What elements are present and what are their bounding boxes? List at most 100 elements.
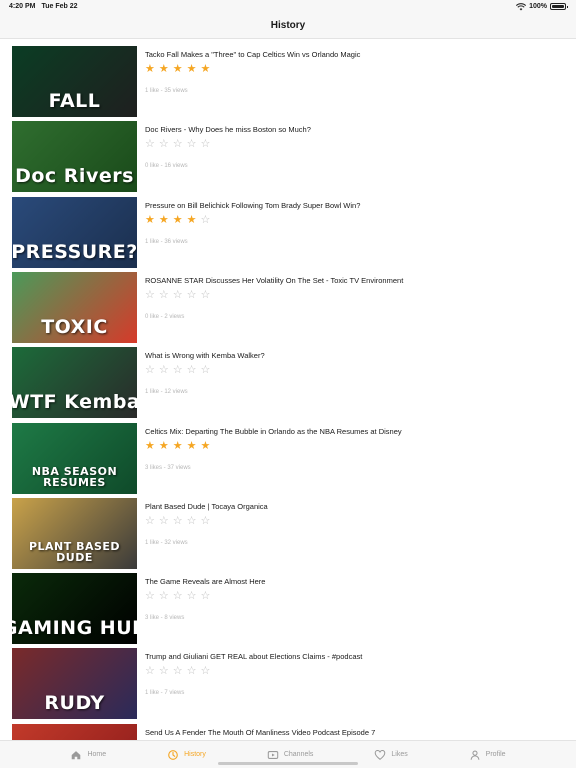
status-time: 4:20 PM — [9, 3, 36, 10]
history-icon — [168, 749, 178, 760]
star-empty-icon[interactable]: ☆ — [187, 591, 197, 602]
video-title[interactable]: Trump and Giuliani GET REAL about Electi… — [145, 652, 565, 661]
video-title[interactable]: ROSANNE STAR Discusses Her Volatility On… — [145, 276, 565, 285]
star-filled-icon[interactable]: ★ — [159, 64, 169, 75]
star-filled-icon[interactable]: ★ — [173, 214, 183, 226]
star-empty-icon[interactable]: ☆ — [145, 591, 155, 602]
star-empty-icon[interactable]: ☆ — [159, 139, 169, 150]
star-empty-icon[interactable]: ☆ — [145, 515, 155, 527]
star-filled-icon[interactable]: ★ — [159, 440, 169, 452]
star-filled-icon[interactable]: ★ — [145, 440, 155, 452]
star-empty-icon[interactable]: ☆ — [159, 591, 169, 602]
video-thumbnail[interactable]: WTF Kemba — [12, 347, 137, 419]
video-stats: 0 like - 16 views — [145, 163, 188, 170]
star-filled-icon[interactable]: ★ — [173, 440, 183, 452]
list-item[interactable]: FALL Tacko Fall Makes a "Three" to Cap Ce… — [0, 40, 576, 117]
video-title[interactable]: Doc Rivers - Why Does he miss Boston so … — [145, 125, 565, 134]
rating-stars[interactable]: ★ ★ ★ ★ ★ — [145, 440, 211, 452]
star-empty-icon[interactable]: ☆ — [173, 515, 183, 527]
list-item[interactable]: Doc Rivers Doc Rivers - Why Does he miss … — [0, 115, 576, 193]
video-title[interactable]: Pressure on Bill Belichick Following Tom… — [145, 201, 565, 210]
rating-stars[interactable]: ★ ★ ★ ★ ☆ — [145, 214, 211, 226]
list-item[interactable]: NBA SEASON RESUMES Celtics Mix: Departing… — [0, 417, 576, 494]
list-item[interactable]: WTF Kemba What is Wrong with Kemba Walker… — [0, 341, 576, 419]
star-empty-icon[interactable]: ☆ — [187, 365, 197, 376]
star-empty-icon[interactable]: ☆ — [173, 591, 183, 602]
star-empty-icon[interactable]: ☆ — [187, 515, 197, 527]
video-title[interactable]: Tacko Fall Makes a "Three" to Cap Celtic… — [145, 50, 565, 59]
star-filled-icon[interactable]: ★ — [187, 64, 197, 75]
star-empty-icon[interactable]: ☆ — [201, 214, 211, 226]
star-empty-icon[interactable]: ☆ — [201, 289, 211, 301]
star-empty-icon[interactable]: ☆ — [173, 666, 183, 677]
video-thumbnail[interactable]: FALL — [12, 46, 137, 117]
star-empty-icon[interactable]: ☆ — [187, 289, 197, 301]
star-filled-icon[interactable]: ★ — [173, 64, 183, 75]
video-thumbnail[interactable]: RUDY — [12, 648, 137, 720]
star-empty-icon[interactable]: ☆ — [173, 365, 183, 376]
rating-stars[interactable]: ★ ★ ★ ★ ★ — [145, 64, 210, 75]
star-empty-icon[interactable]: ☆ — [201, 365, 211, 376]
video-thumbnail[interactable]: PLANT BASED DUDE — [12, 497, 137, 569]
star-empty-icon[interactable]: ☆ — [145, 365, 155, 376]
star-empty-icon[interactable]: ☆ — [173, 289, 183, 301]
video-stats: 0 like - 2 views — [145, 313, 185, 320]
tab-history[interactable]: History — [167, 749, 206, 761]
video-thumbnail[interactable]: NBA SEASON RESUMES — [12, 422, 137, 494]
star-empty-icon[interactable]: ☆ — [159, 289, 169, 301]
star-empty-icon[interactable]: ☆ — [187, 666, 197, 677]
tab-channels[interactable]: Channels — [267, 749, 313, 761]
history-list[interactable]: FALL Tacko Fall Makes a "Three" to Cap Ce… — [0, 40, 576, 740]
thumbnail-caption: TOXIC — [41, 315, 108, 338]
thumbnail-caption: PRESSURE? — [12, 240, 137, 263]
rating-stars[interactable]: ☆ ☆ ☆ ☆ ☆ — [145, 515, 211, 527]
list-item[interactable]: PLANT BASED DUDE Plant Based Dude | Tocay… — [0, 492, 576, 569]
video-thumbnail[interactable]: GAMING HUB — [12, 573, 137, 645]
rating-stars[interactable]: ☆ ☆ ☆ ☆ ☆ — [145, 289, 211, 301]
list-item[interactable]: PRESSURE? Pressure on Bill Belichick Foll… — [0, 191, 576, 268]
star-empty-icon[interactable]: ☆ — [201, 666, 211, 677]
list-item[interactable]: RUDY Trump and Giuliani GET REAL about El… — [0, 642, 576, 720]
star-empty-icon[interactable]: ☆ — [145, 666, 155, 677]
list-item[interactable]: TOXIC ROSANNE STAR Discusses Her Volatili… — [0, 266, 576, 343]
star-empty-icon[interactable]: ☆ — [159, 515, 169, 527]
list-item[interactable]: GAMING HUB The Game Reveals are Almost He… — [0, 567, 576, 645]
star-filled-icon[interactable]: ★ — [201, 440, 211, 452]
star-empty-icon[interactable]: ☆ — [187, 139, 197, 150]
tab-home[interactable]: Home — [70, 749, 106, 761]
video-title[interactable]: Plant Based Dude | Tocaya Organica — [145, 502, 565, 511]
thumbnail-caption: Doc Rivers — [15, 165, 134, 188]
star-filled-icon[interactable]: ★ — [145, 214, 155, 226]
rating-stars[interactable]: ☆ ☆ ☆ ☆ ☆ — [145, 591, 210, 602]
star-empty-icon[interactable]: ☆ — [201, 515, 211, 527]
star-empty-icon[interactable]: ☆ — [145, 289, 155, 301]
video-title[interactable]: Celtics Mix: Departing The Bubble in Orl… — [145, 427, 565, 436]
star-filled-icon[interactable]: ★ — [145, 64, 155, 75]
video-title[interactable]: Send Us A Fender The Mouth Of Manliness … — [145, 728, 565, 737]
rating-stars[interactable]: ☆ ☆ ☆ ☆ ☆ — [145, 365, 210, 376]
rating-stars[interactable]: ☆ ☆ ☆ ☆ ☆ — [145, 666, 210, 677]
tab-profile[interactable]: Profile — [469, 749, 506, 761]
star-empty-icon[interactable]: ☆ — [159, 365, 169, 376]
star-empty-icon[interactable]: ☆ — [201, 139, 211, 150]
star-empty-icon[interactable]: ☆ — [173, 139, 183, 150]
video-thumbnail[interactable]: PRESSURE? — [12, 196, 137, 268]
rating-stars[interactable]: ☆ ☆ ☆ ☆ ☆ — [145, 139, 210, 150]
star-empty-icon[interactable]: ☆ — [145, 139, 155, 150]
star-filled-icon[interactable]: ★ — [187, 214, 197, 226]
heart-icon — [375, 749, 386, 760]
tab-likes[interactable]: Likes — [374, 749, 408, 761]
video-thumbnail[interactable] — [12, 723, 137, 740]
star-filled-icon[interactable]: ★ — [187, 440, 197, 452]
status-bar: 4:20 PM Tue Feb 22 100% — [0, 0, 576, 13]
list-item[interactable]: Send Us A Fender The Mouth Of Manliness … — [0, 718, 576, 740]
video-thumbnail[interactable]: TOXIC — [12, 271, 137, 343]
star-filled-icon[interactable]: ★ — [201, 64, 211, 75]
video-thumbnail[interactable]: Doc Rivers — [12, 121, 137, 193]
star-empty-icon[interactable]: ☆ — [201, 591, 211, 602]
video-stats: 1 like - 32 views — [145, 539, 188, 546]
video-title[interactable]: The Game Reveals are Almost Here — [145, 577, 565, 586]
star-empty-icon[interactable]: ☆ — [159, 666, 169, 677]
video-title[interactable]: What is Wrong with Kemba Walker? — [145, 351, 565, 360]
star-filled-icon[interactable]: ★ — [159, 214, 169, 226]
